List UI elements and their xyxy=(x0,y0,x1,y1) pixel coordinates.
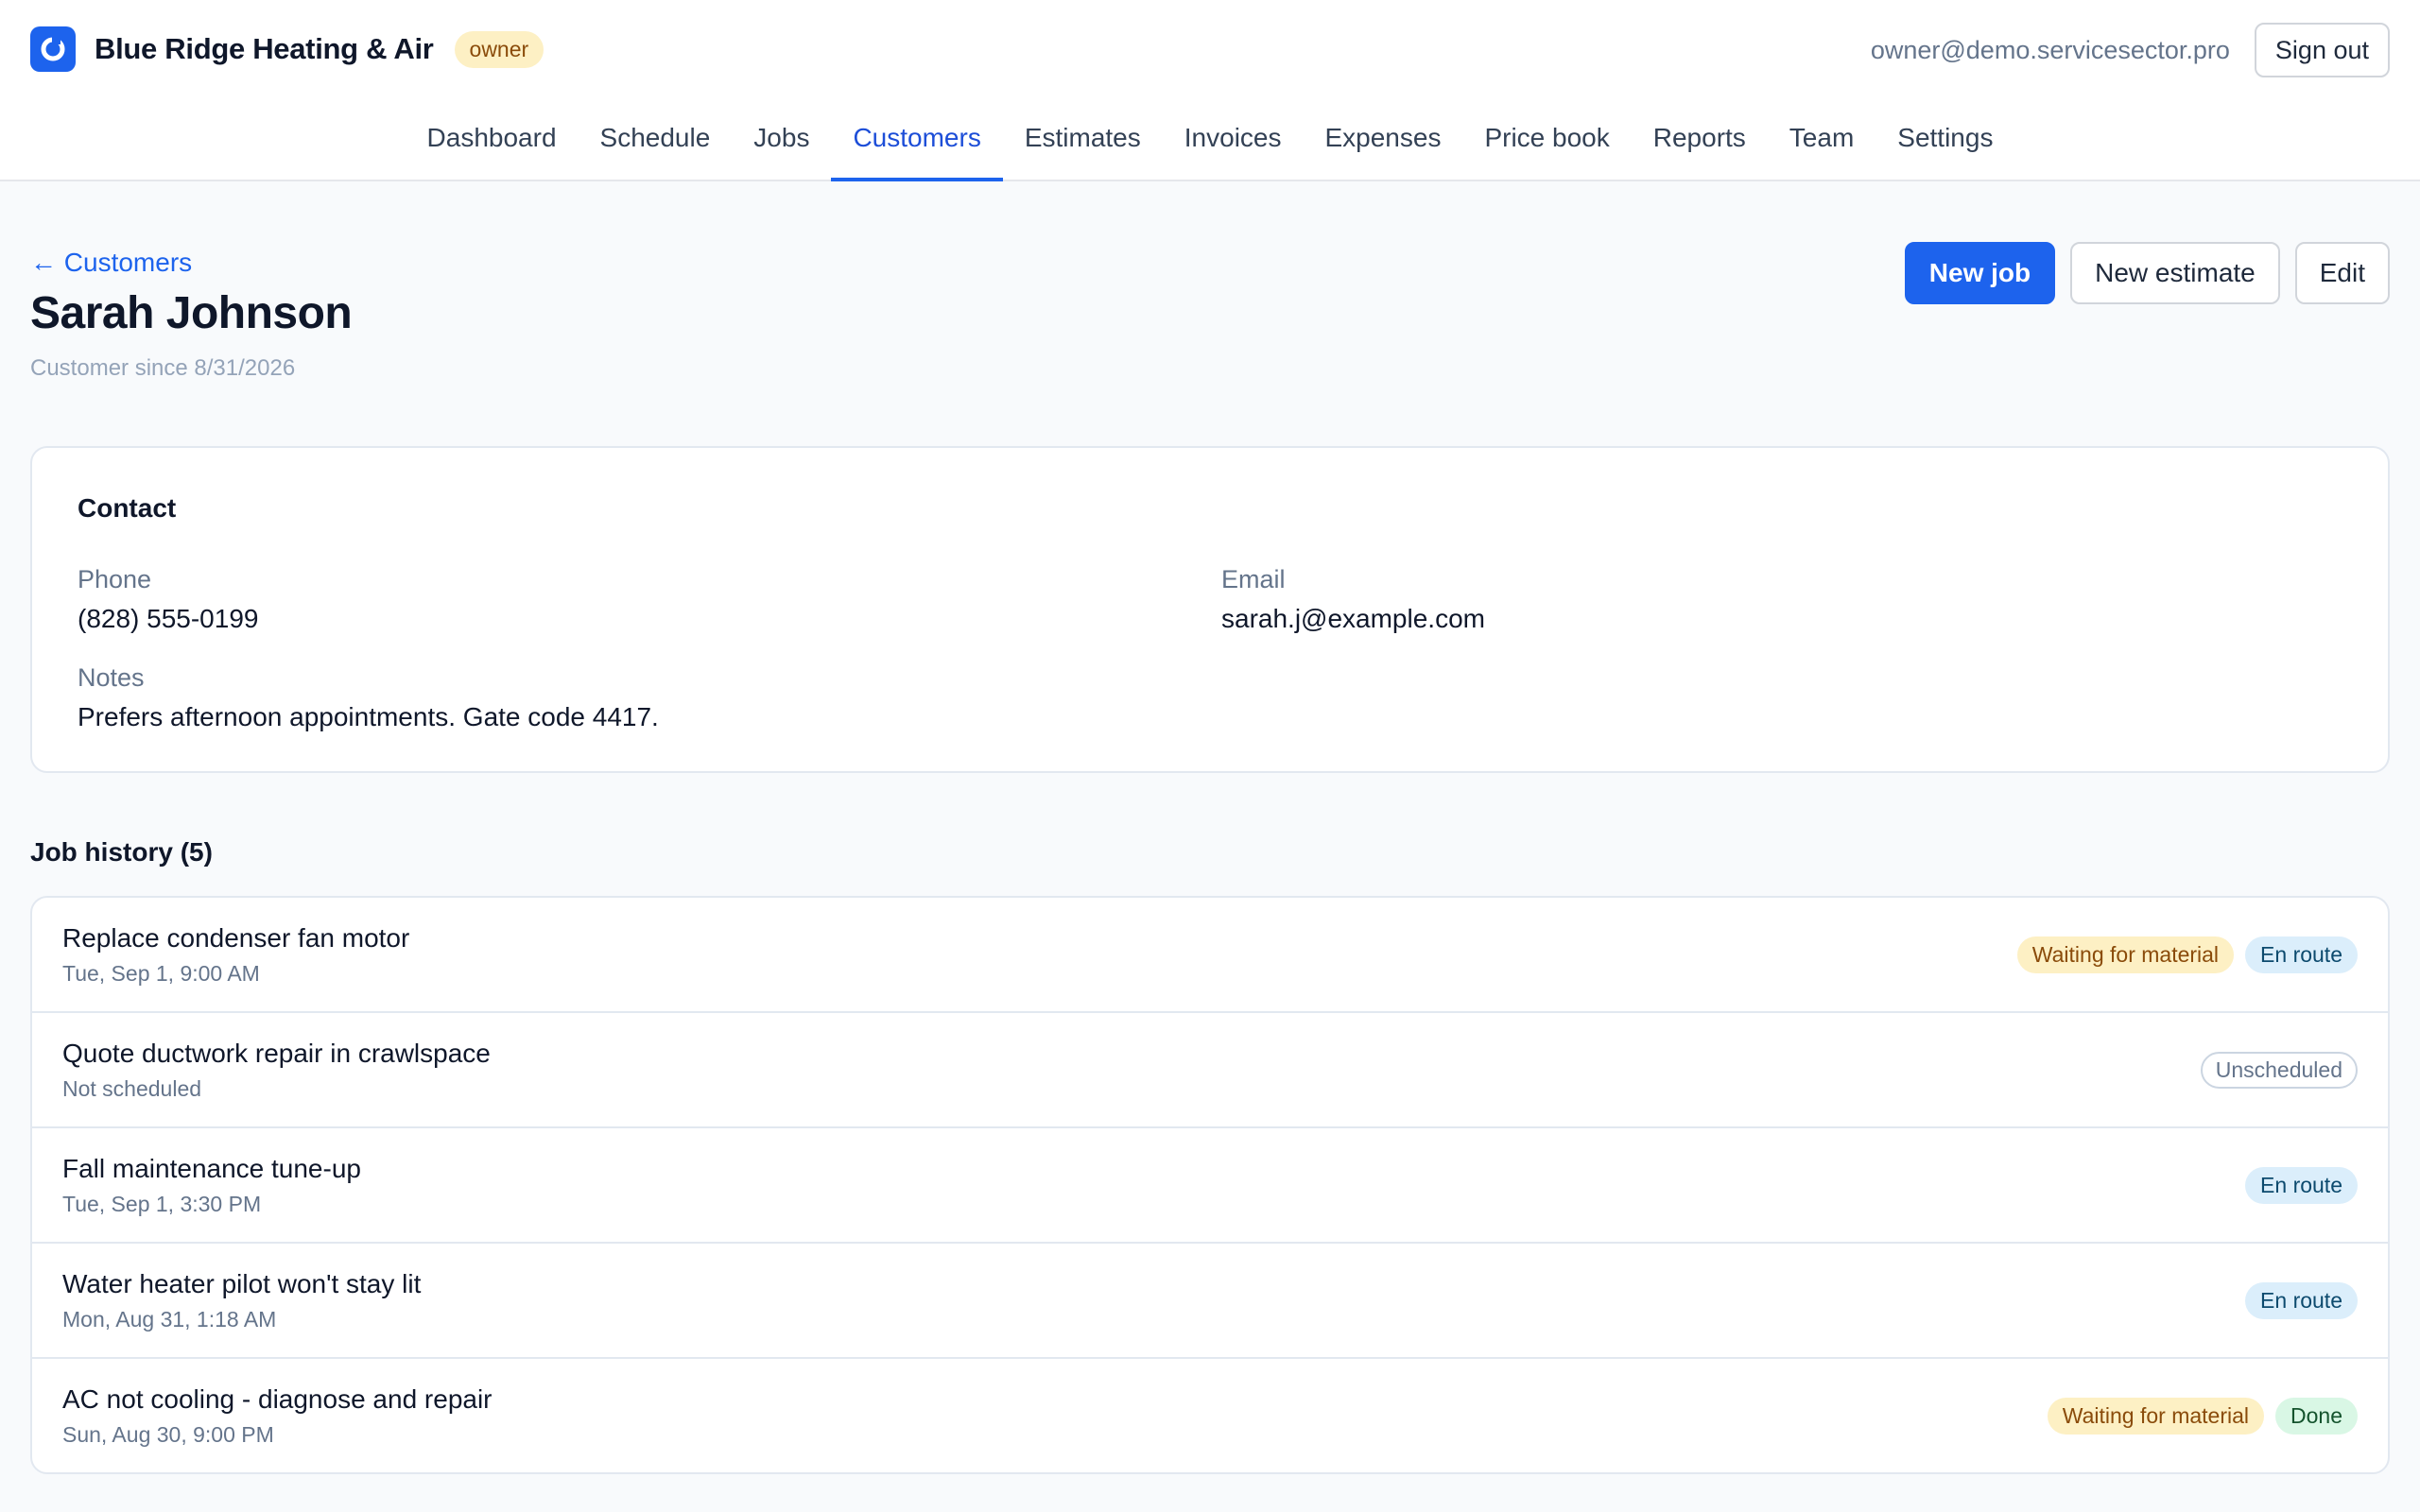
nav-expenses[interactable]: Expenses xyxy=(1303,123,1462,181)
role-badge: owner xyxy=(454,30,544,68)
status-badge: En route xyxy=(2245,1166,2358,1204)
nav-estimates[interactable]: Estimates xyxy=(1003,123,1163,181)
nav-reports[interactable]: Reports xyxy=(1632,123,1768,181)
job-title: Replace condenser fan motor xyxy=(62,922,410,953)
job-history-title: Job history (5) xyxy=(30,837,213,867)
status-badge: En route xyxy=(2245,1281,2358,1319)
nav-customers[interactable]: Customers xyxy=(831,123,1003,181)
page-title: Sarah Johnson xyxy=(30,288,353,338)
main-nav: Dashboard Schedule Jobs Customers Estima… xyxy=(0,123,2420,181)
contact-card: Contact Phone (828) 555-0199 Email sarah… xyxy=(30,446,2390,773)
nav-dashboard[interactable]: Dashboard xyxy=(406,123,579,181)
email-label: Email xyxy=(1221,565,1286,593)
job-row[interactable]: AC not cooling - diagnose and repair Sun… xyxy=(32,1359,2388,1472)
phone-field: Phone (828) 555-0199 xyxy=(78,565,258,634)
job-date: Sun, Aug 30, 9:00 PM xyxy=(62,1421,274,1447)
phone-value: (828) 555-0199 xyxy=(78,604,259,633)
job-tags: En route xyxy=(2245,1166,2358,1204)
customer-since: Customer since 8/31/2026 xyxy=(30,355,296,381)
job-row[interactable]: Quote ductwork repair in crawlspace Not … xyxy=(32,1013,2388,1128)
job-tags: Unscheduled xyxy=(2200,1051,2358,1089)
status-badge: En route xyxy=(2245,936,2358,973)
notes-value: Prefers afternoon appointments. Gate cod… xyxy=(78,702,659,731)
job-row[interactable]: Water heater pilot won't stay lit Mon, A… xyxy=(32,1244,2388,1359)
page-actions: New job New estimate Edit xyxy=(1904,242,2390,304)
contact-title: Contact xyxy=(78,493,177,523)
nav-schedule[interactable]: Schedule xyxy=(579,123,733,181)
job-date: Tue, Sep 1, 3:30 PM xyxy=(62,1191,262,1216)
user-email: owner@demo.servicesector.pro xyxy=(1870,35,2230,64)
new-estimate-button[interactable]: New estimate xyxy=(2070,242,2280,304)
status-badge: Waiting for material xyxy=(2016,936,2235,973)
job-history-list: Replace condenser fan motor Tue, Sep 1, … xyxy=(30,896,2390,1474)
email-field: Email sarah.j@example.com xyxy=(1221,565,1485,634)
job-title: Fall maintenance tune-up xyxy=(62,1153,361,1183)
job-title: Water heater pilot won't stay lit xyxy=(62,1268,422,1298)
job-row[interactable]: Replace condenser fan motor Tue, Sep 1, … xyxy=(32,898,2388,1013)
nav-jobs[interactable]: Jobs xyxy=(732,123,831,181)
logo-icon xyxy=(30,26,76,72)
status-badge: Done xyxy=(2275,1397,2358,1435)
job-tags: Waiting for material Done xyxy=(2047,1397,2358,1435)
edit-button[interactable]: Edit xyxy=(2294,242,2390,304)
job-info: Replace condenser fan motor Tue, Sep 1, … xyxy=(62,923,409,987)
brand-name: Blue Ridge Heating & Air xyxy=(95,32,434,65)
job-date: Tue, Sep 1, 9:00 AM xyxy=(62,960,260,986)
new-job-button[interactable]: New job xyxy=(1904,242,2056,304)
nav-settings[interactable]: Settings xyxy=(1876,123,2014,181)
job-date: Mon, Aug 31, 1:18 AM xyxy=(62,1306,277,1332)
email-value: sarah.j@example.com xyxy=(1221,604,1485,633)
job-tags: En route xyxy=(2245,1281,2358,1319)
sign-out-button[interactable]: Sign out xyxy=(2254,23,2390,77)
nav-invoices[interactable]: Invoices xyxy=(1163,123,1304,181)
job-title: AC not cooling - diagnose and repair xyxy=(62,1383,493,1414)
job-title: Quote ductwork repair in crawlspace xyxy=(62,1038,491,1068)
phone-label: Phone xyxy=(78,565,152,593)
job-info: Quote ductwork repair in crawlspace Not … xyxy=(62,1039,491,1102)
brand[interactable]: Blue Ridge Heating & Air owner xyxy=(30,26,544,72)
back-to-customers-link[interactable]: ← Customers xyxy=(30,248,192,278)
top-bar: Blue Ridge Heating & Air owner owner@dem… xyxy=(0,0,2420,181)
job-row[interactable]: Fall maintenance tune-up Tue, Sep 1, 3:3… xyxy=(32,1128,2388,1244)
job-info: AC not cooling - diagnose and repair Sun… xyxy=(62,1384,493,1448)
nav-team[interactable]: Team xyxy=(1768,123,1876,181)
account-area: owner@demo.servicesector.pro Sign out xyxy=(1871,23,2390,77)
status-badge: Unscheduled xyxy=(2200,1051,2358,1089)
status-badge: Waiting for material xyxy=(2047,1397,2265,1435)
job-date: Not scheduled xyxy=(62,1075,202,1101)
notes-label: Notes xyxy=(78,663,145,692)
job-tags: Waiting for material En route xyxy=(2016,936,2358,973)
job-info: Water heater pilot won't stay lit Mon, A… xyxy=(62,1269,421,1332)
notes-field: Notes Prefers afternoon appointments. Ga… xyxy=(78,663,659,732)
job-info: Fall maintenance tune-up Tue, Sep 1, 3:3… xyxy=(62,1154,361,1217)
nav-price-book[interactable]: Price book xyxy=(1462,123,1631,181)
